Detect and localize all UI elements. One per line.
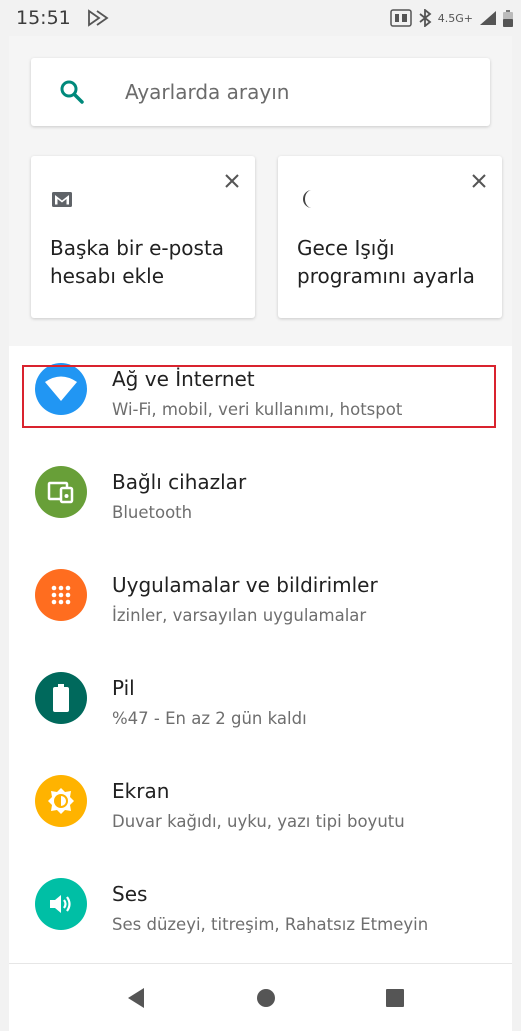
signal-icon [480, 11, 496, 25]
settings-item-sound[interactable]: Ses Ses düzeyi, titreşim, Rahatsız Etmey… [9, 861, 512, 949]
suggestions-area: Ayarlarda arayın Başka bir e-posta hesab… [9, 36, 512, 346]
settings-item-subtitle: Bluetooth [112, 503, 193, 522]
settings-item-subtitle: İzinler, varsayılan uygulamalar [112, 606, 367, 625]
settings-item-display[interactable]: Ekran Duvar kağıdı, uyku, yazı tipi boyu… [9, 758, 512, 846]
status-time: 15:51 [16, 7, 71, 29]
close-icon[interactable] [223, 172, 241, 190]
brightness-icon [35, 775, 87, 827]
night-light-moon-icon [303, 190, 312, 208]
settings-item-title: Bağlı cihazlar [112, 470, 247, 494]
navigation-bar [9, 963, 512, 1032]
settings-item-network[interactable]: Ağ ve İnternet Wi-Fi, mobil, veri kullan… [9, 346, 512, 434]
settings-item-subtitle: Duvar kağıdı, uyku, yazı tipi boyutu [112, 812, 405, 831]
settings-item-apps[interactable]: Uygulamalar ve bildirimler İzinler, vars… [9, 552, 512, 640]
settings-item-subtitle: %47 - En az 2 gün kaldı [112, 709, 307, 728]
volte-icon [390, 9, 412, 27]
bluetooth-icon [419, 9, 432, 27]
volume-icon [35, 878, 87, 930]
left-gutter [0, 0, 9, 1031]
recent-apps-button[interactable] [383, 986, 407, 1010]
suggestion-card-night-light[interactable]: Gece Işığı programını ayarla [278, 156, 502, 318]
back-button[interactable] [124, 986, 148, 1010]
settings-item-title: Uygulamalar ve bildirimler [112, 573, 378, 597]
battery-icon [35, 672, 87, 724]
settings-item-battery[interactable]: Pil %47 - En az 2 gün kaldı [9, 655, 512, 743]
settings-item-connected-devices[interactable]: Bağlı cihazlar Bluetooth [9, 449, 512, 537]
network-type-label: 4.5G+ [437, 11, 473, 25]
right-gutter [512, 0, 521, 1031]
settings-item-subtitle: Wi-Fi, mobil, veri kullanımı, hotspot [112, 400, 403, 419]
search-icon [60, 80, 84, 104]
back-triangle-icon [128, 988, 144, 1008]
suggestion-card-add-email[interactable]: Başka bir e-posta hesabı ekle [31, 156, 255, 318]
home-circle-icon [257, 989, 275, 1007]
status-bar: 15:51 4.5G+ [0, 0, 521, 36]
settings-item-title: Ağ ve İnternet [112, 367, 255, 391]
close-icon[interactable] [470, 172, 488, 190]
wifi-icon [35, 363, 87, 415]
settings-item-subtitle: Ses düzeyi, titreşim, Rahatsız Etmeyin [112, 915, 429, 934]
recent-apps-square-icon [386, 989, 404, 1007]
status-icons: 4.5G+ [390, 9, 513, 27]
settings-item-title: Pil [112, 676, 135, 700]
search-bar[interactable]: Ayarlarda arayın [31, 58, 490, 126]
battery-status-icon [503, 9, 513, 27]
search-placeholder: Ayarlarda arayın [125, 80, 290, 104]
play-store-icon [87, 9, 109, 27]
settings-screen: 15:51 4.5G+ Ayarlarda arayın Başka bir e… [0, 0, 521, 1032]
home-button[interactable] [254, 986, 278, 1010]
gmail-icon [52, 192, 72, 207]
suggestion-text: Başka bir e-posta hesabı ekle [50, 236, 225, 288]
suggestion-text: Gece Işığı programını ayarla [297, 236, 475, 288]
apps-grid-icon [35, 569, 87, 621]
settings-item-title: Ses [112, 882, 148, 906]
settings-item-title: Ekran [112, 779, 170, 803]
connected-devices-icon [35, 466, 87, 518]
